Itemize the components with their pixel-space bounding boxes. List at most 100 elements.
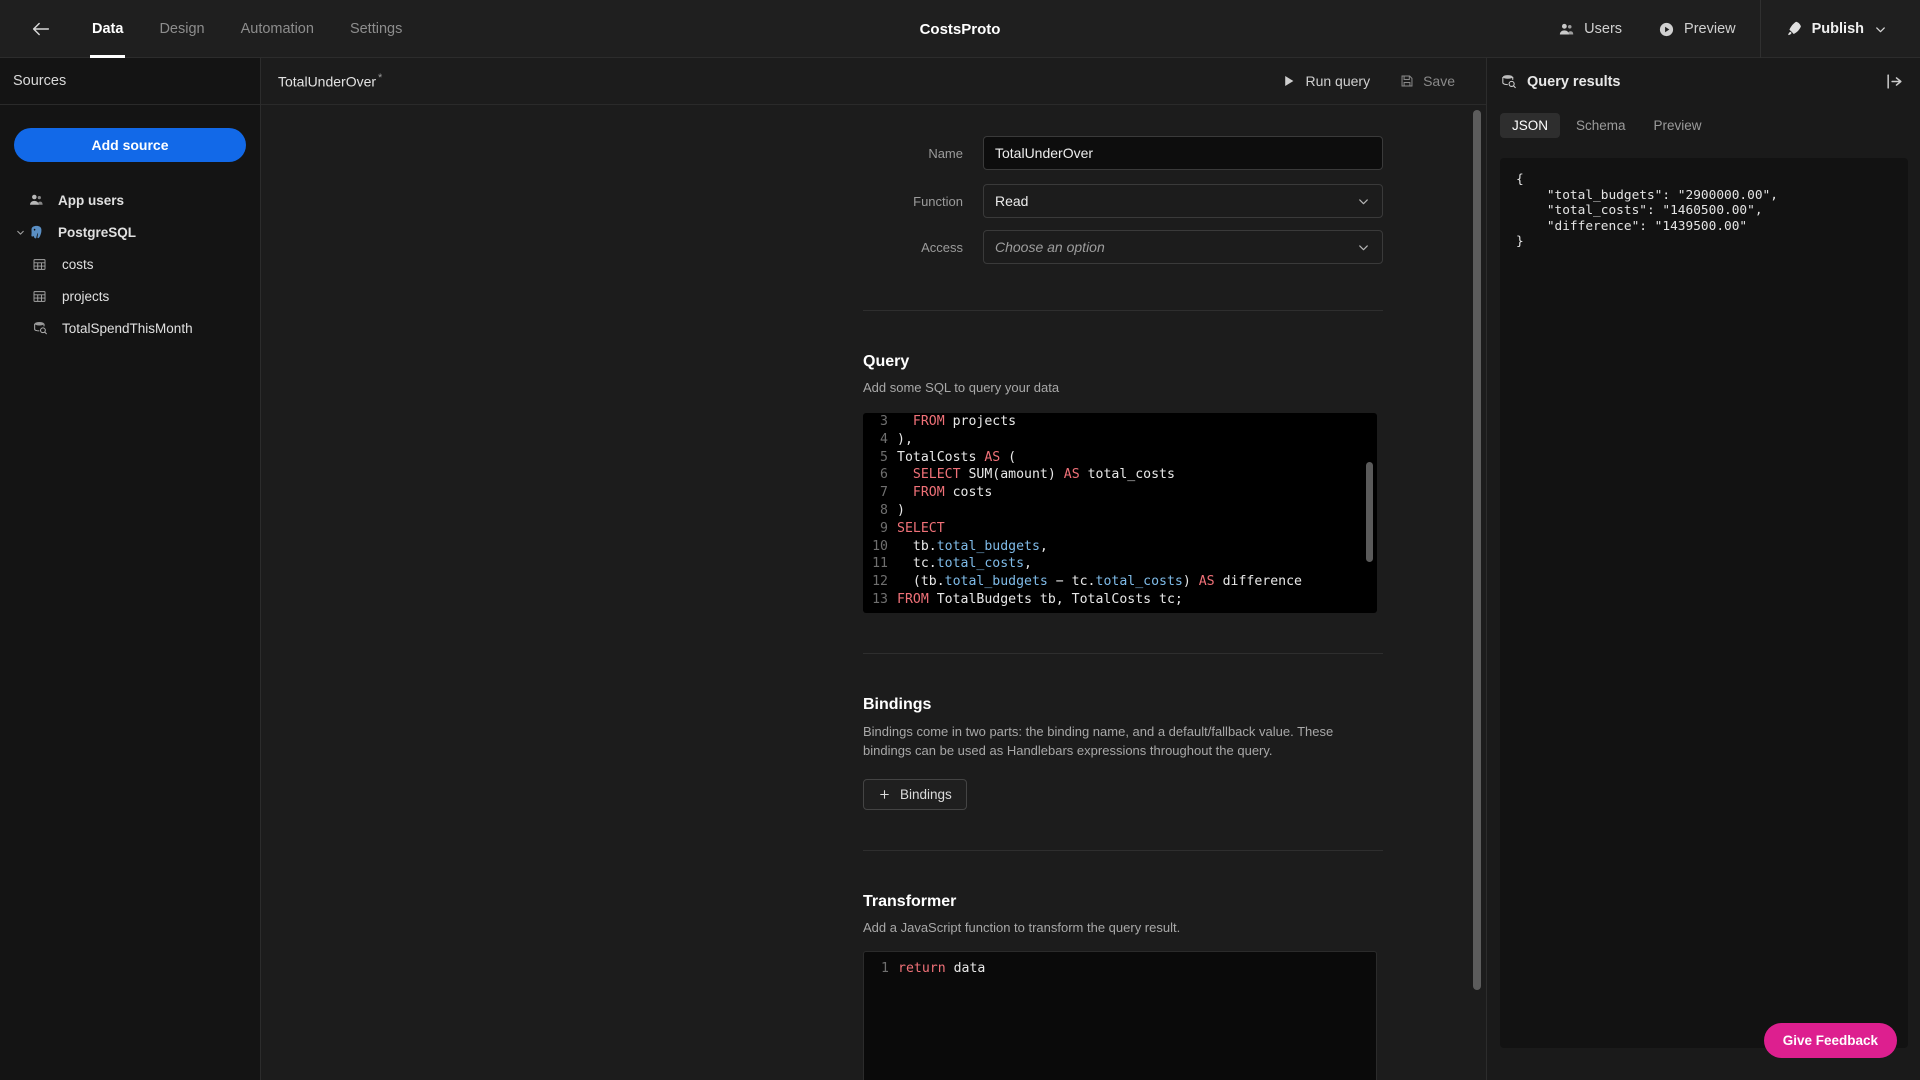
run-query-label: Run query bbox=[1305, 73, 1371, 89]
query-editor-panel: TotalUnderOver * Run query Save Name Tot… bbox=[261, 58, 1486, 1080]
add-source-label: Add source bbox=[91, 137, 169, 153]
chevron-down-icon[interactable] bbox=[14, 227, 26, 238]
query-form: Name TotalUnderOver Function Read Access… bbox=[261, 136, 1486, 1080]
add-source-button[interactable]: Add source bbox=[14, 128, 246, 162]
function-select[interactable]: Read bbox=[983, 184, 1383, 218]
divider bbox=[863, 310, 1383, 311]
json-output: { "total_budgets": "2900000.00", "total_… bbox=[1500, 158, 1908, 1048]
rocket-icon bbox=[1785, 20, 1803, 38]
code-line: 3 FROM projects bbox=[863, 413, 1377, 431]
access-select-placeholder: Choose an option bbox=[995, 239, 1105, 255]
top-bar-actions: Users Preview Publish bbox=[1540, 0, 1920, 58]
tab-automation-label: Automation bbox=[240, 20, 314, 37]
query-editor-header: TotalUnderOver * Run query Save bbox=[261, 58, 1486, 105]
run-query-button[interactable]: Run query bbox=[1269, 67, 1383, 95]
tab-json[interactable]: JSON bbox=[1500, 112, 1561, 138]
line-number: 5 bbox=[880, 449, 888, 465]
save-disk-icon bbox=[1400, 74, 1414, 88]
transformer-section-description: Add a JavaScript function to transform t… bbox=[863, 919, 1181, 935]
users-button[interactable]: Users bbox=[1540, 0, 1640, 58]
publish-label: Publish bbox=[1811, 21, 1864, 37]
sidebar-item-app-users[interactable]: App users bbox=[0, 184, 260, 216]
sidebar-item-totalspendthismonth[interactable]: TotalSpendThisMonth bbox=[0, 312, 260, 344]
access-select[interactable]: Choose an option bbox=[983, 230, 1383, 264]
code-line: 8) bbox=[863, 502, 1377, 520]
bindings-section-title: Bindings bbox=[863, 696, 932, 713]
tab-automation[interactable]: Automation bbox=[223, 0, 332, 58]
code-line: 6 SELECT SUM(amount) AS total_costs bbox=[863, 466, 1377, 484]
query-section-description: Add some SQL to query your data bbox=[863, 380, 1060, 395]
line-number: 6 bbox=[880, 467, 888, 483]
query-results-panel: Query results JSON Schema Preview { "tot… bbox=[1486, 58, 1920, 1080]
line-number: 9 bbox=[880, 520, 888, 536]
preview-button[interactable]: Preview bbox=[1640, 0, 1754, 58]
users-label: Users bbox=[1584, 21, 1623, 37]
sidebar-item-postgresql[interactable]: PostgreSQL bbox=[0, 216, 260, 248]
code-line-text: TotalCosts AS ( bbox=[897, 449, 1017, 465]
sidebar-item-label: TotalSpendThisMonth bbox=[62, 320, 193, 336]
code-line-text: ) bbox=[897, 502, 905, 518]
name-input[interactable]: TotalUnderOver bbox=[983, 136, 1383, 170]
tab-design-label: Design bbox=[159, 20, 205, 37]
transformer-code-editor[interactable]: 1 return data bbox=[863, 950, 1377, 1080]
publish-button[interactable]: Publish bbox=[1767, 0, 1898, 58]
sidebar-heading: Sources bbox=[0, 58, 260, 105]
line-number: 13 bbox=[872, 591, 888, 607]
code-line: 9 SELECT bbox=[863, 520, 1377, 538]
modified-marker: * bbox=[378, 72, 383, 85]
tab-design[interactable]: Design bbox=[141, 0, 222, 58]
code-line-text: (tb.total_budgets − tc.total_costs) AS d… bbox=[897, 574, 1302, 590]
code-line: 13 FROM TotalBudgets tb, TotalCosts tc; bbox=[863, 591, 1377, 609]
query-icon bbox=[32, 320, 54, 336]
function-select-value: Read bbox=[995, 193, 1029, 209]
query-results-header: Query results bbox=[1487, 58, 1920, 105]
breadcrumb: TotalUnderOver * bbox=[278, 72, 382, 90]
code-line-text: return data bbox=[898, 960, 986, 976]
sidebar-item-costs[interactable]: costs bbox=[0, 248, 260, 280]
line-number: 11 bbox=[872, 556, 888, 572]
back-button[interactable] bbox=[24, 12, 58, 46]
sql-code-editor[interactable]: 3 FROM projects 4), 5 TotalCosts AS (6 SELE… bbox=[863, 413, 1377, 613]
plus-icon bbox=[878, 788, 891, 801]
chevron-down-icon bbox=[1356, 240, 1371, 255]
line-number: 12 bbox=[872, 574, 888, 590]
line-number: 10 bbox=[872, 538, 888, 554]
give-feedback-button[interactable]: Give Feedback bbox=[1763, 1023, 1897, 1058]
table-icon bbox=[32, 289, 54, 304]
arrow-left-icon bbox=[30, 18, 52, 40]
line-number: 4 bbox=[880, 431, 888, 447]
divider bbox=[863, 653, 1383, 654]
line-number: 8 bbox=[880, 502, 888, 518]
query-form-scroll: Name TotalUnderOver Function Read Access… bbox=[261, 105, 1486, 1080]
save-button[interactable]: Save bbox=[1387, 67, 1468, 95]
tab-preview[interactable]: Preview bbox=[1642, 113, 1714, 138]
query-results-title: Query results bbox=[1527, 73, 1621, 90]
sidebar-item-label: App users bbox=[58, 192, 125, 208]
expand-panel-icon[interactable] bbox=[1885, 72, 1904, 91]
header-actions: Run query Save bbox=[1269, 67, 1468, 95]
add-bindings-label: Bindings bbox=[900, 786, 952, 802]
sidebar-item-projects[interactable]: projects bbox=[0, 280, 260, 312]
transformer-code-lines: 1 return data bbox=[864, 952, 1376, 978]
tab-data[interactable]: Data bbox=[74, 0, 141, 58]
function-field-row: Function Read bbox=[261, 184, 1486, 218]
code-editor-scrollbar[interactable] bbox=[1366, 462, 1373, 562]
users-icon bbox=[1558, 21, 1575, 38]
code-line-text: SELECT SUM(amount) AS total_costs bbox=[912, 467, 1175, 483]
add-bindings-button[interactable]: Bindings bbox=[863, 778, 967, 810]
tab-settings-label: Settings bbox=[349, 20, 403, 37]
code-line: 10 tb.total_budgets, bbox=[863, 538, 1377, 556]
tab-data-label: Data bbox=[92, 20, 124, 37]
query-icon bbox=[1500, 73, 1517, 90]
line-number: 7 bbox=[880, 485, 888, 501]
tab-schema[interactable]: Schema bbox=[1564, 113, 1638, 138]
tab-settings[interactable]: Settings bbox=[332, 0, 420, 58]
center-panel-scrollbar[interactable] bbox=[1473, 110, 1481, 990]
top-bar: Data Design Automation Settings CostsPro… bbox=[0, 0, 1920, 58]
source-list: App users PostgreSQL costs projects Tota… bbox=[0, 184, 260, 344]
breadcrumb-label: TotalUnderOver bbox=[278, 73, 377, 90]
play-circle-icon bbox=[1658, 21, 1675, 38]
code-line-text: tb.total_budgets, bbox=[897, 538, 1048, 554]
name-field-row: Name TotalUnderOver bbox=[261, 136, 1486, 170]
users-icon bbox=[28, 192, 50, 208]
